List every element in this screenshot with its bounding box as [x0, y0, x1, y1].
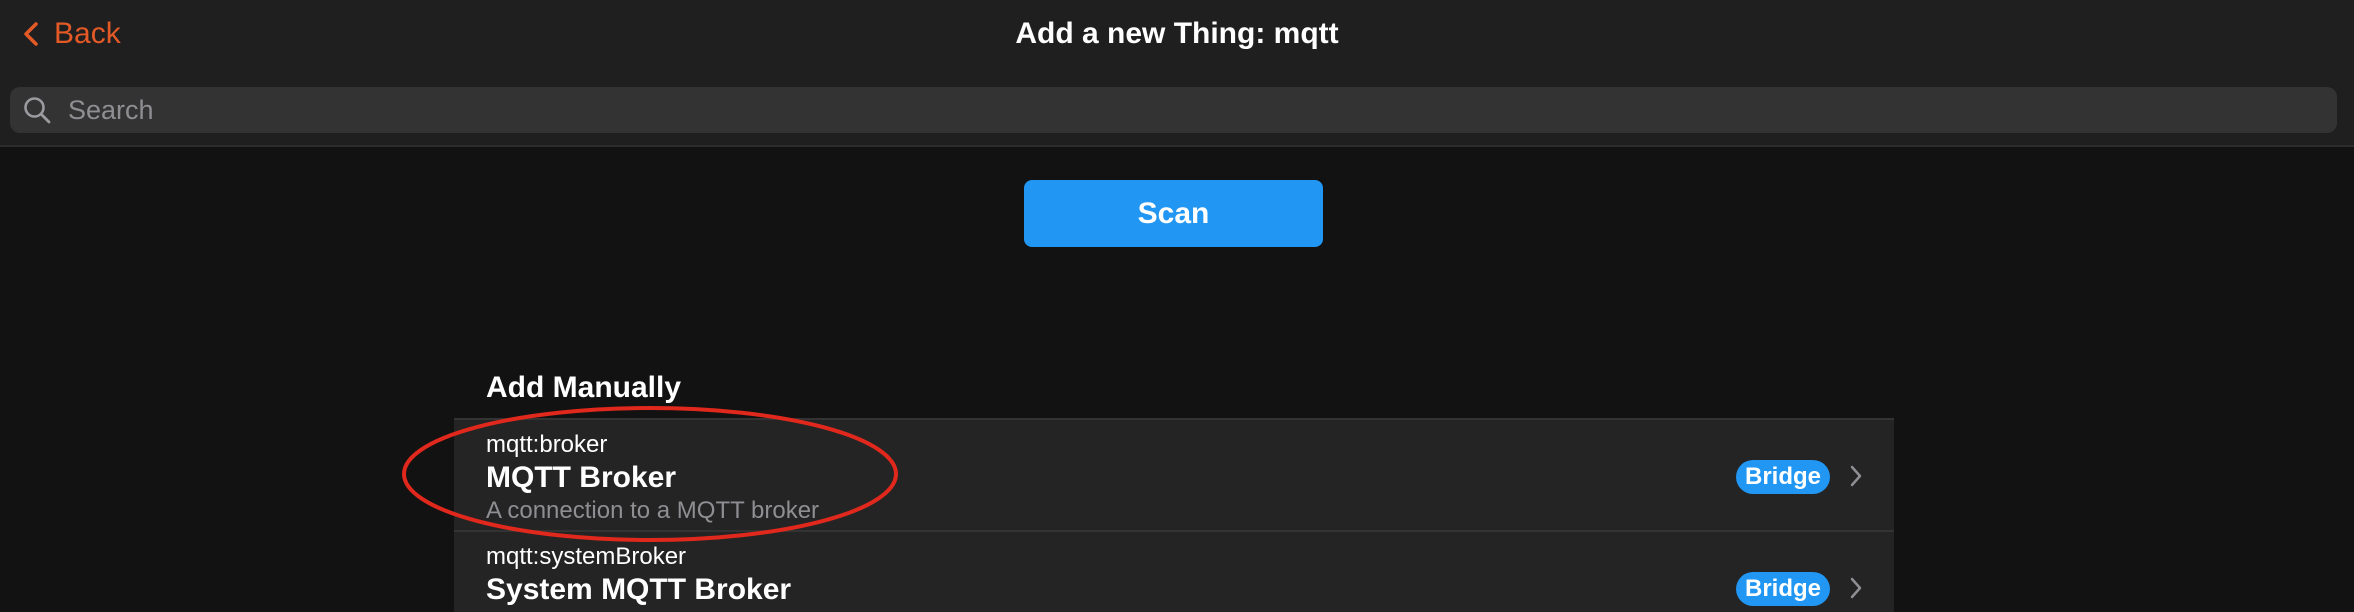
- search-input[interactable]: [66, 89, 2337, 131]
- search-icon: [24, 97, 51, 124]
- scan-button[interactable]: Scan: [1024, 180, 1323, 247]
- item-uid: mqtt:broker: [486, 431, 608, 458]
- page-title: Add a new Thing: mqtt: [1015, 17, 1339, 50]
- list-item-mqtt-broker[interactable]: mqtt:broker MQTT Broker A connection to …: [454, 418, 1894, 530]
- search-bar[interactable]: [10, 87, 2337, 133]
- item-description: A connection to a MQTT broker: [486, 497, 820, 524]
- item-label: System MQTT Broker: [486, 573, 792, 606]
- thing-type-list: mqtt:broker MQTT Broker A connection to …: [454, 418, 1894, 612]
- section-title: Add Manually: [486, 371, 682, 404]
- item-uid: mqtt:systemBroker: [486, 543, 687, 570]
- navbar: Back Add a new Thing: mqtt: [0, 0, 2354, 147]
- bridge-badge: Bridge: [1735, 572, 1830, 606]
- item-label: MQTT Broker: [486, 461, 677, 494]
- list-item-system-mqtt-broker[interactable]: mqtt:systemBroker System MQTT Broker Bri…: [454, 530, 1894, 612]
- app-screen: Back Add a new Thing: mqtt Scan Add Manu…: [0, 0, 2354, 612]
- chevron-right-icon: [1850, 577, 1862, 599]
- bridge-badge: Bridge: [1735, 460, 1830, 494]
- chevron-right-icon: [1850, 465, 1862, 487]
